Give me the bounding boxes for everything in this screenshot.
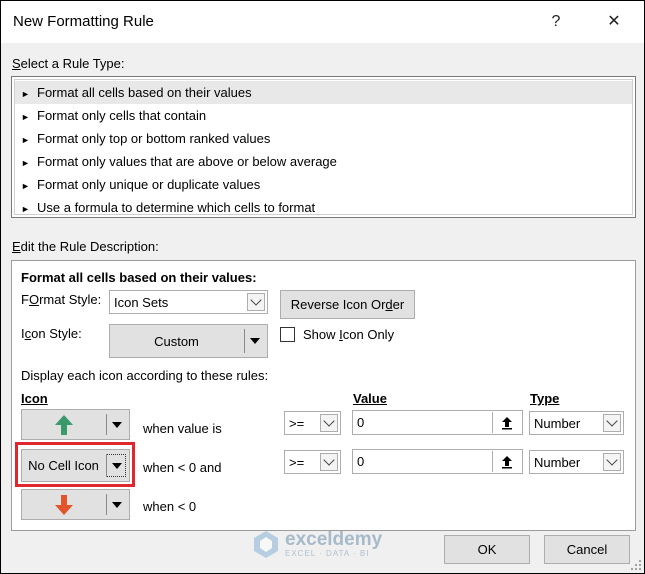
rule-1-operator-select[interactable]: >= [284, 411, 341, 435]
format-style-label: FOrmat Style: [21, 292, 102, 307]
cancel-button[interactable]: Cancel [544, 535, 630, 564]
red-down-arrow-icon [54, 494, 73, 515]
rule-description-panel: Format all cells based on their values: … [11, 260, 636, 531]
rule-1-type-select[interactable]: Number [529, 411, 624, 435]
rule-2-operator-select[interactable]: >= [284, 450, 341, 474]
rule-1-when-text: when value is [143, 421, 222, 436]
chevron-down-icon[interactable] [320, 414, 338, 432]
reverse-icon-order-button[interactable]: Reverse Icon Or d er [280, 290, 415, 319]
icon-style-select[interactable]: Custom [109, 324, 268, 358]
edit-rule-description-label: Edit the Rule Description: [12, 239, 159, 254]
close-button[interactable]: ✕ [597, 9, 631, 35]
watermark-tagline: EXCEL · DATA · BI [285, 549, 370, 558]
icon-style-value: Custom [154, 333, 199, 349]
bullet-icon: ► [21, 204, 30, 214]
show-icon-only-checkbox[interactable] [280, 327, 295, 342]
rule-2-when-text: when < 0 and [143, 460, 222, 475]
rule-type-list[interactable]: ► Format all cells based on their values … [11, 76, 636, 218]
dropdown-triangle-icon[interactable] [112, 421, 122, 428]
range-selector-icon[interactable] [492, 451, 521, 472]
watermark: exceldemy EXCEL · DATA · BI [251, 529, 382, 559]
rule-type-item[interactable]: ► Format only values that are above or be… [21, 150, 337, 173]
chevron-down-icon[interactable] [247, 293, 265, 311]
bullet-icon: ► [21, 135, 30, 145]
ok-button[interactable]: OK [444, 535, 530, 564]
select-rule-type-label: Select a Rule Type: [12, 56, 125, 71]
type-column-header: Type [530, 391, 560, 406]
rule-3-when-text: when < 0 [143, 499, 197, 514]
rule-heading: Format all cells based on their values: [21, 270, 257, 285]
chevron-down-icon[interactable] [603, 453, 621, 471]
watermark-name: exceldemy [285, 529, 383, 550]
value-column-header: Value [353, 391, 387, 406]
highlight-box [15, 442, 135, 487]
green-up-arrow-icon [54, 414, 73, 435]
rule-2-value-input[interactable]: 0 [352, 449, 523, 474]
bullet-icon: ► [21, 181, 30, 191]
dropdown-triangle-icon[interactable] [112, 501, 122, 508]
rule-type-item[interactable]: ► Format only top or bottom ranked values [21, 127, 270, 150]
rule-type-item[interactable]: ► Use a formula to determine which cells … [21, 196, 315, 219]
rule-2-type-select[interactable]: Number [529, 450, 624, 474]
bullet-icon: ► [21, 158, 30, 168]
rule-type-item[interactable]: ► Format only unique or duplicate values [21, 173, 260, 196]
resize-grip-icon[interactable] [630, 559, 642, 571]
range-selector-icon[interactable] [492, 412, 521, 433]
exceldemy-logo-icon [254, 531, 278, 558]
icon-style-label: Icon Style: [21, 326, 82, 341]
bullet-icon: ► [21, 89, 30, 99]
dropdown-triangle-icon[interactable] [250, 338, 260, 344]
dialog-window: New Formatting Rule ? ✕ Select a Rule Ty… [0, 0, 645, 574]
icon-column-header: Icon [21, 391, 48, 406]
icon-3-select[interactable] [21, 489, 130, 520]
rule-type-item[interactable]: ► Format only cells that contain [21, 104, 206, 127]
help-button[interactable]: ? [539, 9, 573, 35]
dialog-title: New Formatting Rule [13, 13, 154, 30]
chevron-down-icon[interactable] [320, 453, 338, 471]
show-icon-only-label: Show Icon Only [303, 327, 395, 342]
icon-1-select[interactable] [21, 409, 130, 440]
bullet-icon: ► [21, 112, 30, 122]
chevron-down-icon[interactable] [603, 414, 621, 432]
title-bar: New Formatting Rule ? ✕ [1, 1, 644, 43]
display-rules-label: Display each icon according to these rul… [21, 368, 269, 383]
format-style-select[interactable]: Icon Sets [109, 290, 268, 314]
rule-1-value-input[interactable]: 0 [352, 410, 523, 435]
rule-type-item[interactable]: ► Format all cells based on their values [15, 81, 632, 104]
